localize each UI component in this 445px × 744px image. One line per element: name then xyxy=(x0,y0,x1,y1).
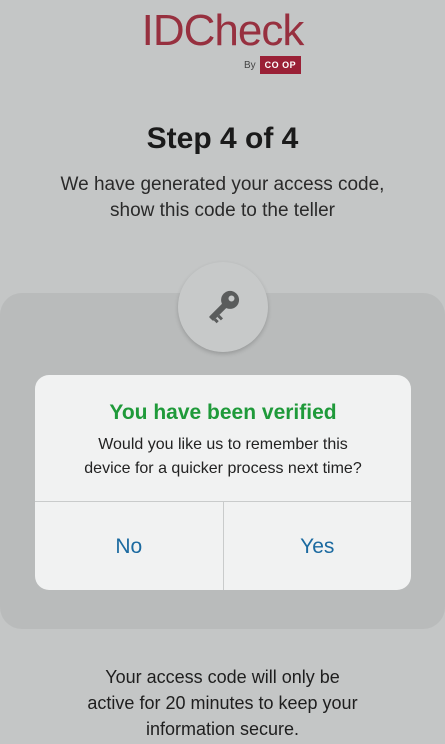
coop-brand-badge: CO OP xyxy=(259,56,302,74)
footer-line: active for 20 minutes to keep your xyxy=(87,693,358,713)
step-description: We have generated your access code, show… xyxy=(30,172,415,224)
dialog-actions: No Yes xyxy=(35,501,411,590)
dialog-message-line: Would you like us to remember this xyxy=(98,436,348,453)
step-description-line: We have generated your access code, xyxy=(60,174,385,195)
step-title: Step 4 of 4 xyxy=(146,122,299,155)
app-logo: IDCheck xyxy=(0,6,445,56)
access-code-expiry-note: Your access code will only be active for… xyxy=(40,664,405,742)
no-button[interactable]: No xyxy=(35,502,223,590)
dialog-message-line: device for a quicker process next time? xyxy=(84,460,362,477)
step-description-line: show this code to the teller xyxy=(110,200,335,221)
footer-line: information secure. xyxy=(145,719,300,739)
verification-dialog: You have been verified Would you like us… xyxy=(35,375,411,590)
screen: IDCheck By CO OP Step 4 of 4 We have gen… xyxy=(0,0,445,744)
footer-line: Your access code will only be xyxy=(105,667,340,687)
dialog-message: Would you like us to remember this devic… xyxy=(45,433,401,481)
key-icon xyxy=(209,290,240,324)
key-badge xyxy=(178,262,268,352)
logo-by-text: By xyxy=(244,59,256,71)
logo-byline: By CO OP xyxy=(244,56,302,74)
yes-button[interactable]: Yes xyxy=(222,502,412,590)
dialog-title: You have been verified xyxy=(109,401,337,424)
logo-title: IDCheck xyxy=(141,6,305,55)
